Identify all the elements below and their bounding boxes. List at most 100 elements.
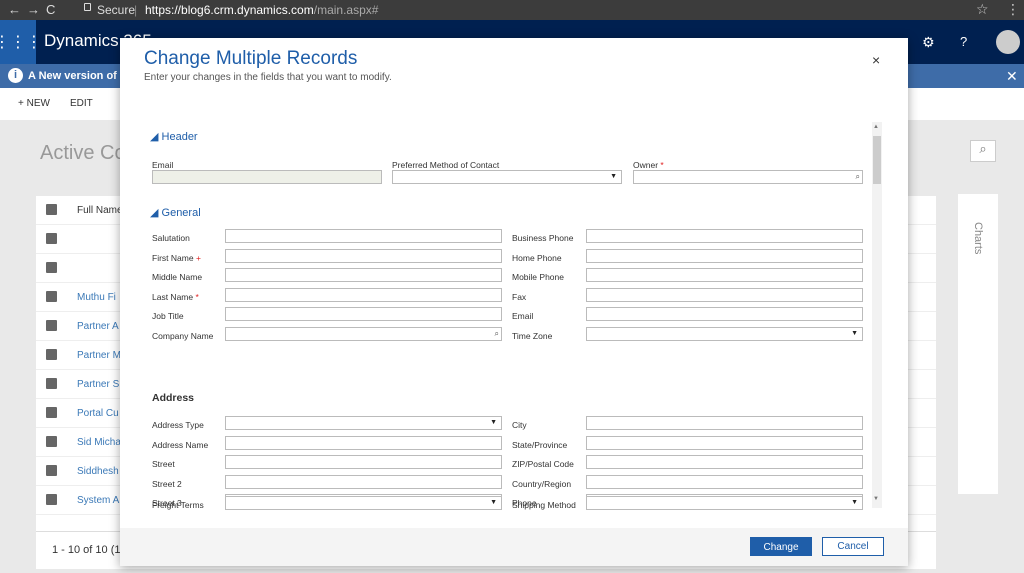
field-input[interactable] [586,268,863,283]
grid-paging-text: 1 - 10 of 10 (10 [52,544,127,556]
section-general[interactable]: ◢ General [150,206,201,219]
field-input[interactable]: ▼ [225,416,502,430]
field-input[interactable] [586,287,863,302]
field-label-text: Address Name [152,439,209,450]
row-checkbox[interactable] [46,436,57,447]
freight-terms-select[interactable]: ▼ [225,496,502,510]
dialog-title: Change Multiple Records [144,48,358,69]
field-input[interactable] [225,435,502,450]
lock-icon [84,3,91,11]
field-input[interactable] [586,455,863,470]
row-fullname[interactable]: Partner M [77,350,121,361]
shipping-method-label: Shipping Method [512,500,576,510]
required-marker: * [660,160,664,170]
browser-nav-icons[interactable]: ←→C [8,2,61,17]
row-fullname[interactable]: Partner A [77,321,119,332]
field-input[interactable] [225,307,502,322]
field-label-text: Last Name [152,291,194,302]
field-input[interactable] [225,229,502,243]
url-path: /main.aspx# [313,3,379,17]
field-input[interactable] [586,416,863,430]
row-fullname[interactable]: Partner S [77,379,119,390]
search-icon[interactable]: ⌕ [970,140,996,162]
field-label: Company Name [152,331,213,341]
dropdown-arrow-icon: ▼ [490,499,497,506]
preferred-contact-label: Preferred Method of Contact [392,160,500,170]
field-input[interactable]: ⌕ [225,327,502,341]
address-bar[interactable]: https://blog6.crm.dynamics.com/main.aspx… [145,3,378,17]
lookup-icon[interactable]: ⌕ [856,172,860,181]
row-checkbox[interactable] [46,291,57,302]
field-label: Fax [512,291,527,302]
app-launcher-icon[interactable]: ⋮⋮⋮ [0,20,42,64]
edit-button[interactable]: EDIT [70,98,93,109]
field-label: State/Province [512,439,568,450]
field-label: Address Type [152,420,204,430]
notification-close-icon[interactable]: ✕ [1006,68,1018,85]
row-fullname[interactable]: Siddhesh [77,466,119,477]
select-all-checkbox[interactable] [46,204,57,215]
shipping-method-select[interactable]: ▼ [586,496,863,510]
bookmark-star-icon[interactable]: ☆ [976,1,989,18]
grid-header-fullname[interactable]: Full Name [77,205,123,216]
field-input[interactable] [586,229,863,243]
field-label: ZIP/Postal Code [512,459,574,470]
row-checkbox[interactable] [46,494,57,505]
field-label-text: Company Name [152,331,214,341]
section-header[interactable]: ◢ Header [150,130,198,143]
browser-menu-icon[interactable]: ⋮ [1006,1,1020,18]
url-separator: | [134,3,138,17]
field-input[interactable] [225,287,502,302]
field-label: Street [152,459,175,469]
cancel-button[interactable]: Cancel [822,537,884,556]
change-button[interactable]: Change [750,537,812,556]
row-checkbox[interactable] [46,320,57,331]
field-input[interactable] [225,248,502,263]
row-fullname[interactable]: System A [77,495,119,506]
row-checkbox[interactable] [46,233,57,244]
field-input[interactable] [225,455,502,470]
field-input[interactable] [586,248,863,263]
field-label: City [512,420,527,430]
field-label: Email [512,311,534,322]
field-input[interactable] [586,307,863,322]
row-checkbox[interactable] [46,349,57,360]
help-icon[interactable]: ? [960,34,967,49]
field-input[interactable] [225,474,502,489]
section-header-label: Header [161,131,198,143]
change-multiple-records-dialog: Change Multiple Records Enter your chang… [120,38,908,566]
row-checkbox[interactable] [46,407,57,418]
close-icon[interactable]: × [872,52,880,68]
row-checkbox[interactable] [46,465,57,476]
field-input[interactable] [586,474,863,489]
charts-label[interactable]: Charts [972,222,984,254]
user-avatar[interactable] [996,30,1020,54]
field-label: Time Zone [512,331,553,341]
row-fullname[interactable]: Portal Cu [77,408,119,419]
header-email-input[interactable] [152,170,382,184]
row-fullname[interactable]: Sid Micha [77,437,121,448]
field-input[interactable] [586,435,863,450]
section-general-label: General [161,207,201,219]
row-checkbox[interactable] [46,378,57,389]
field-input[interactable] [225,268,502,283]
row-fullname[interactable]: Muthu Fi [77,292,116,303]
new-button[interactable]: + NEW [18,98,50,109]
scroll-up-icon[interactable]: ▲ [873,124,879,130]
preferred-contact-select[interactable]: ▼ [392,170,622,184]
field-label-text: Middle Name [152,272,203,283]
scroll-thumb[interactable] [873,136,881,184]
owner-lookup[interactable]: ⌕ [633,170,863,184]
dropdown-arrow-icon: ▼ [851,499,858,506]
settings-gear-icon[interactable]: ⚙ [922,34,935,51]
field-label-text: Street 2 [152,478,182,489]
scroll-down-icon[interactable]: ▼ [873,496,879,502]
form-scrollbar[interactable]: ▲ ▼ [872,122,882,508]
lookup-icon[interactable]: ⌕ [495,329,499,338]
field-label: First Name + [152,253,201,263]
dialog-form: ◢ Header Email Preferred Method of Conta… [146,120,868,510]
field-input[interactable]: ▼ [586,327,863,341]
owner-label: Owner * [633,160,664,170]
row-checkbox[interactable] [46,262,57,273]
field-label: Middle Name [152,272,202,282]
